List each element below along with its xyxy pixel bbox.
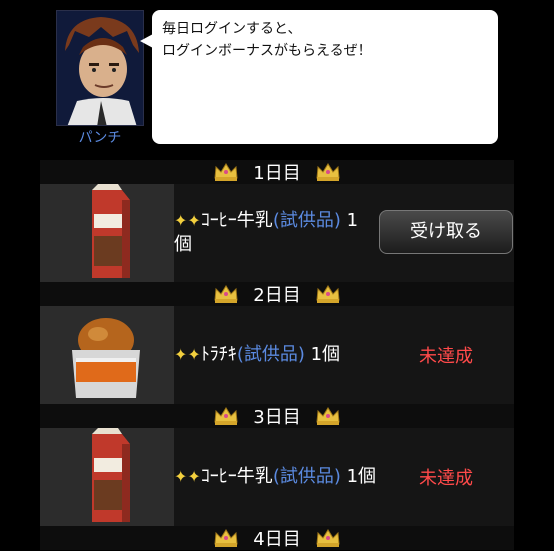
crown-icon: [214, 163, 238, 181]
crown-icon: [316, 163, 340, 181]
character-name: パンチ: [78, 130, 122, 146]
reward-item-quantity: 1個: [340, 466, 377, 487]
reward-item-name: ｺｰﾋｰ牛乳: [200, 210, 273, 231]
day-header-1: 1日目: [40, 160, 514, 184]
coffee-milk-carton-image: [40, 184, 174, 282]
day-label-1: 1日目: [253, 163, 301, 184]
reward-item-tag: (試供品): [272, 210, 341, 231]
crown-icon: [316, 529, 340, 547]
character-portrait: [56, 10, 144, 126]
status-not-achieved: 未達成: [419, 468, 473, 489]
day-header-3: 3日目: [40, 404, 514, 428]
claim-button[interactable]: 受け取る: [379, 210, 513, 254]
reward-row-1: ✦✦ｺｰﾋｰ牛乳(試供品) 1個 受け取る: [40, 184, 514, 282]
reward-item-name: ﾄﾗﾁｷ: [200, 344, 237, 365]
login-bonus-list: 1日目 ✦✦ｺｰﾋｰ牛乳(試供品) 1個 受け取る 2日目 ✦✦ﾄﾗﾁｷ(試供品…: [40, 160, 514, 550]
sparkle-icon: ✦✦: [174, 211, 201, 230]
day-label-2: 2日目: [253, 285, 301, 306]
day-header-2: 2日目: [40, 282, 514, 306]
reward-item-tag: (試供品): [236, 344, 305, 365]
speech-bubble: 毎日ログインすると、 ログインボーナスがもらえるぜ！: [152, 10, 498, 144]
crown-icon: [214, 529, 238, 547]
crown-icon: [214, 407, 238, 425]
sparkle-icon: ✦✦: [174, 345, 201, 364]
reward-row-2: ✦✦ﾄﾗﾁｷ(試供品) 1個 未達成: [40, 306, 514, 404]
reward-row-3: ✦✦ｺｰﾋｰ牛乳(試供品) 1個 未達成: [40, 428, 514, 526]
fried-chicken-image: [40, 306, 174, 404]
reward-item-text: ✦✦ﾄﾗﾁｷ(試供品) 1個: [174, 343, 378, 367]
crown-icon: [214, 285, 238, 303]
speech-line-1: 毎日ログインすると、: [162, 21, 302, 37]
reward-item-name: ｺｰﾋｰ牛乳: [200, 466, 273, 487]
crown-icon: [316, 407, 340, 425]
character-avatar-image: [57, 11, 143, 125]
sparkle-icon: ✦✦: [174, 467, 201, 486]
status-not-achieved: 未達成: [419, 346, 473, 367]
coffee-milk-carton-image: [40, 428, 174, 526]
day-header-4: 4日目: [40, 526, 514, 550]
speech-line-2: ログインボーナスがもらえるぜ！: [162, 43, 372, 59]
item-thumbnail: [40, 428, 174, 526]
day-label-3: 3日目: [253, 407, 301, 428]
reward-item-text: ✦✦ｺｰﾋｰ牛乳(試供品) 1個: [174, 465, 378, 489]
day-label-4: 4日目: [253, 529, 301, 550]
crown-icon: [316, 285, 340, 303]
item-thumbnail: [40, 184, 174, 282]
reward-item-quantity: 1個: [304, 344, 341, 365]
item-thumbnail: [40, 306, 174, 404]
reward-item-tag: (試供品): [272, 466, 341, 487]
